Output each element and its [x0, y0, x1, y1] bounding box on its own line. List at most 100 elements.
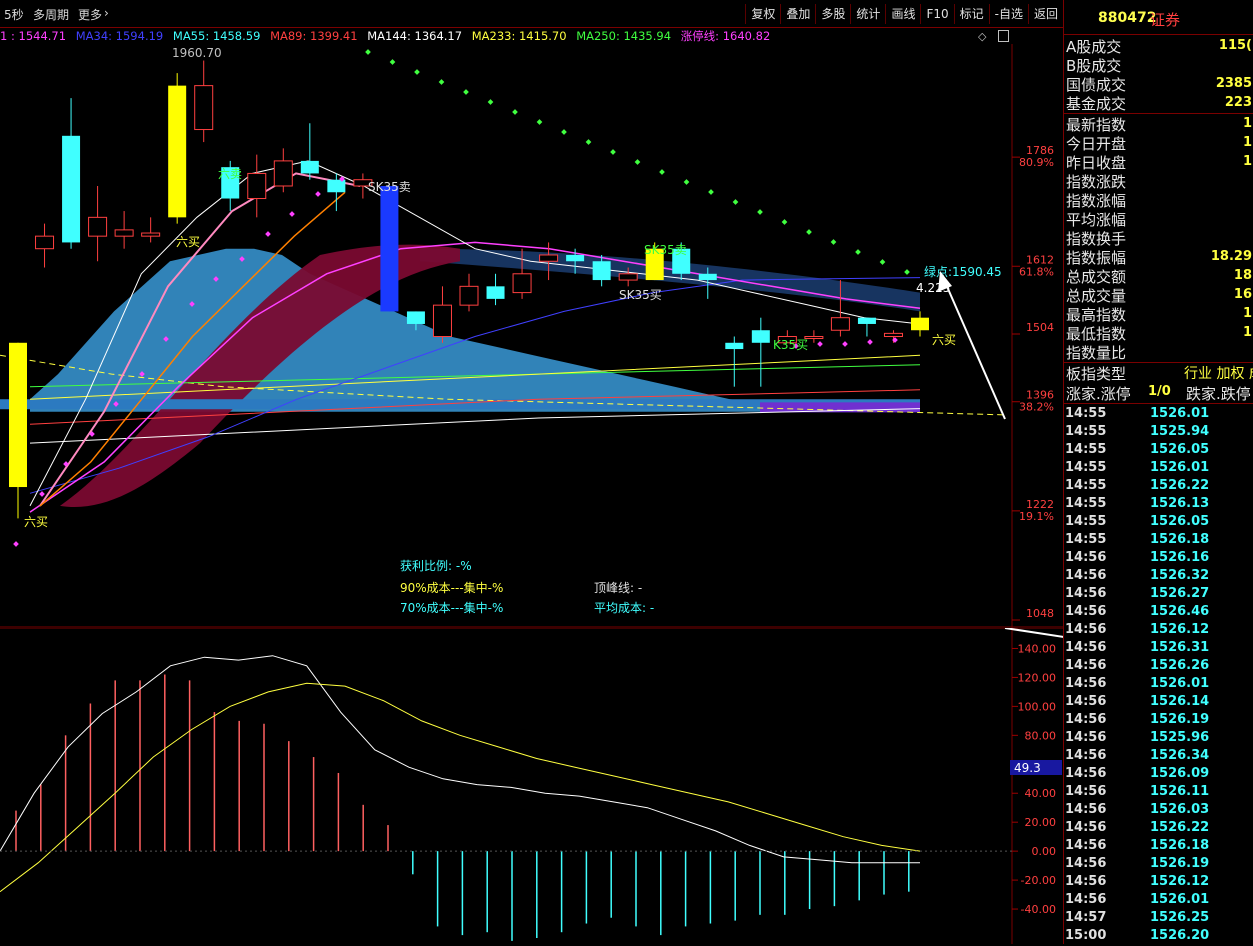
- tick-row[interactable]: 14:55 1526.13: [1064, 496, 1253, 514]
- chevron-right-icon[interactable]: ›: [104, 6, 109, 20]
- quote-row-value: 2385: [1215, 76, 1252, 91]
- tick-row[interactable]: 14:56 1526.09: [1064, 766, 1253, 784]
- tick-row[interactable]: 14:56 1526.03: [1064, 802, 1253, 820]
- quote-title: 880472 证券: [1064, 0, 1253, 34]
- stock-code[interactable]: 880472: [1098, 10, 1156, 26]
- toolbar-f10[interactable]: F10: [920, 4, 953, 24]
- tick-time: 14:56: [1065, 550, 1107, 565]
- index-row-value: 1: [1242, 325, 1252, 340]
- tick-row[interactable]: 14:56 1526.27: [1064, 586, 1253, 604]
- period-label[interactable]: 5秒: [4, 6, 24, 23]
- toolbar-tongji[interactable]: 统计: [850, 4, 885, 24]
- tick-row[interactable]: 14:55 1526.05: [1064, 442, 1253, 460]
- tick-price: 1526.34: [1150, 748, 1210, 763]
- annot-sk35b: SK35卖: [644, 243, 687, 257]
- toolbar-duogu[interactable]: 多股: [815, 4, 850, 24]
- tick-row[interactable]: 14:56 1526.19: [1064, 712, 1253, 730]
- tick-row[interactable]: 14:56 1526.22: [1064, 820, 1253, 838]
- sub-y-tick-label: 80.00: [1025, 729, 1057, 742]
- green-dot: [365, 49, 371, 55]
- candle: [168, 73, 187, 224]
- tick-row[interactable]: 14:56 1526.14: [1064, 694, 1253, 712]
- tick-row[interactable]: 14:56 1526.01: [1064, 892, 1253, 910]
- arrow-line: [944, 281, 1006, 420]
- tick-time: 15:00: [1065, 928, 1107, 943]
- tick-row[interactable]: 14:56 1526.19: [1064, 856, 1253, 874]
- toolbar-fanhui[interactable]: 返回: [1027, 4, 1063, 24]
- toolbar-zixuan[interactable]: -自选: [988, 4, 1028, 24]
- multi-period-button[interactable]: 多周期: [33, 6, 69, 23]
- plate-type-value: 行业 加权 成: [1184, 366, 1253, 382]
- tick-row[interactable]: 14:56 1526.12: [1064, 874, 1253, 892]
- upper-band: [420, 248, 920, 312]
- diamond-icon[interactable]: ◇: [978, 30, 986, 43]
- stock-name[interactable]: 证券: [1150, 9, 1180, 30]
- candle: [141, 217, 161, 243]
- tick-row[interactable]: 15:00 1526.20: [1064, 928, 1253, 946]
- tick-row[interactable]: 14:55 1526.22: [1064, 478, 1253, 496]
- more-button[interactable]: 更多: [78, 6, 102, 23]
- top-bar: 5秒 多周期 更多 › 复权 叠加 多股 统计 画线 F10 标记 -自选 返回: [0, 0, 1063, 28]
- candle-body: [618, 273, 638, 281]
- tick-row[interactable]: 14:56 1526.26: [1064, 658, 1253, 676]
- tick-row[interactable]: 14:55 1526.01: [1064, 460, 1253, 478]
- toolbar-diejia[interactable]: 叠加: [780, 4, 815, 24]
- index-row-value: 18.29: [1210, 249, 1252, 264]
- candle: [35, 223, 55, 268]
- tick-row[interactable]: 14:56 1526.11: [1064, 784, 1253, 802]
- toolbar-biaoji[interactable]: 标记: [953, 4, 989, 24]
- tick-row[interactable]: 14:56 1526.34: [1064, 748, 1253, 766]
- magenta-dot: [315, 191, 321, 197]
- window-icon[interactable]: [998, 30, 1009, 42]
- tick-row[interactable]: 14:56 1526.46: [1064, 604, 1253, 622]
- index-row-value: 18: [1233, 268, 1252, 283]
- candle-body: [566, 254, 585, 262]
- tick-price: 1526.12: [1150, 622, 1210, 637]
- index-row: 指数量比: [1066, 344, 1127, 362]
- tick-row[interactable]: 14:55 1525.94: [1064, 424, 1253, 442]
- green-dot: [683, 179, 690, 185]
- index-row-value: 16: [1233, 287, 1252, 302]
- tick-time: 14:56: [1065, 676, 1107, 691]
- up-down-ratio: 1/0: [1148, 384, 1171, 399]
- candle-body: [300, 160, 319, 174]
- tick-row[interactable]: 14:56 1526.31: [1064, 640, 1253, 658]
- annot-sk35: SK35卖: [368, 180, 411, 194]
- quote-row: A股成交: [1066, 38, 1122, 56]
- green-dot: [414, 69, 420, 75]
- y-tick-pct: 61.8%: [1019, 265, 1054, 278]
- candle-body: [114, 229, 134, 237]
- tick-price: 1526.01: [1150, 676, 1210, 691]
- candle: [194, 60, 214, 143]
- tick-row[interactable]: 14:56 1525.96: [1064, 730, 1253, 748]
- tick-row[interactable]: 14:55 1526.01: [1064, 406, 1253, 424]
- tick-row[interactable]: 14:55 1526.05: [1064, 514, 1253, 532]
- tick-time: 14:56: [1065, 586, 1107, 601]
- main-chart[interactable]: 178680.9% 161261.8% 1504 139638.2% 122219.1%…: [0, 44, 1063, 628]
- tick-price: 1526.22: [1150, 478, 1210, 493]
- candle: [857, 317, 876, 337]
- tick-row[interactable]: 14:55 1526.18: [1064, 532, 1253, 550]
- ma-legend: 1 : 1544.71 MA34: 1594.19 MA55: 1458.59 …: [0, 28, 1000, 44]
- candle: [247, 154, 267, 218]
- tick-row[interactable]: 14:56 1526.18: [1064, 838, 1253, 856]
- candle-body: [327, 179, 346, 193]
- tick-row[interactable]: 14:56 1526.32: [1064, 568, 1253, 586]
- green-dot: [757, 209, 763, 215]
- green-dot: [512, 109, 518, 115]
- annot-liumai2: 六买: [176, 235, 200, 249]
- tick-row[interactable]: 14:56 1526.16: [1064, 550, 1253, 568]
- tick-row[interactable]: 14:56 1526.01: [1064, 676, 1253, 694]
- tick-row[interactable]: 14:56 1526.12: [1064, 622, 1253, 640]
- toolbar-fuquan[interactable]: 复权: [745, 4, 780, 24]
- tick-row[interactable]: 14:57 1526.25: [1064, 910, 1253, 928]
- tick-time: 14:56: [1065, 802, 1107, 817]
- index-row: 最高指数: [1066, 306, 1127, 324]
- indicator-chart[interactable]: 140.00120.00100.0080.0060.0040.0020.000.…: [0, 628, 1063, 944]
- sub-y-tick: -40.00: [1012, 903, 1056, 916]
- magenta-dot: [289, 211, 295, 217]
- peak-line: 顶峰线: -: [594, 581, 642, 595]
- toolbar-huaxian[interactable]: 画线: [885, 4, 920, 24]
- green-dot: [463, 89, 469, 95]
- tick-time: 14:56: [1065, 604, 1107, 619]
